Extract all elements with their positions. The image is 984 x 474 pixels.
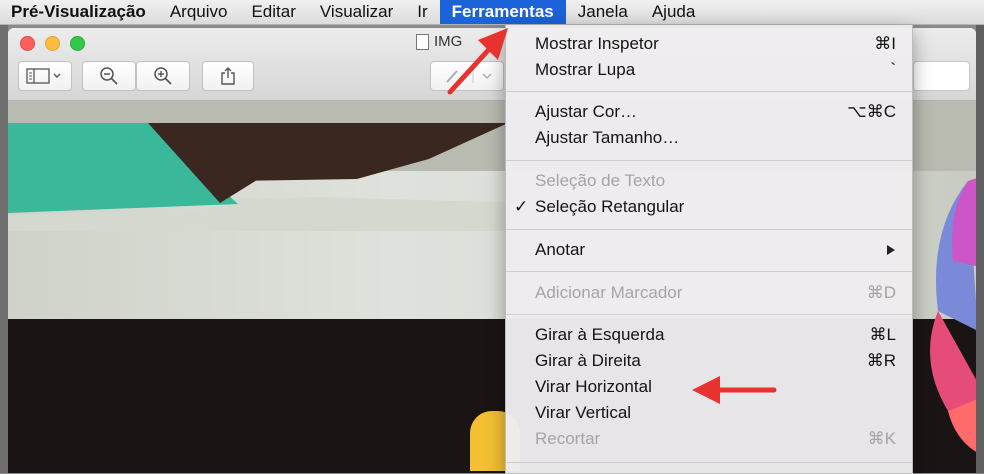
menu-item-adicionar-marcador: Adicionar Marcador ⌘D [506, 280, 912, 306]
menu-item-label: Seleção Retangular [535, 197, 685, 216]
desktop-background [976, 25, 984, 473]
menu-ajuda[interactable]: Ajuda [640, 0, 707, 24]
photo-fan-shape [930, 178, 976, 452]
menu-editar[interactable]: Editar [239, 0, 307, 24]
menu-item-label: Virar Vertical [535, 403, 632, 422]
menu-item-label: Mostrar Inspetor [535, 34, 659, 53]
menu-item-girar-esquerda[interactable]: Girar à Esquerda ⌘L [506, 322, 912, 348]
menu-ferramentas[interactable]: Ferramentas [439, 0, 566, 24]
menu-item-mostrar-inspetor[interactable]: Mostrar Inspetor ⌘I [506, 31, 912, 57]
menu-item-label: Virar Horizontal [535, 377, 652, 396]
menu-separator [506, 271, 912, 272]
menu-item-label: Girar à Direita [535, 351, 641, 370]
checkmark-icon: ✓ [514, 197, 529, 216]
menu-item-shortcut: ⌘D [866, 283, 896, 302]
menu-item-label: Seleção de Texto [535, 171, 666, 190]
desktop-background [0, 25, 8, 473]
menu-item-label: Adicionar Marcador [535, 283, 683, 302]
zoom-in-icon [154, 67, 172, 85]
menu-item-shortcut: ` [890, 60, 896, 79]
menu-item-mostrar-lupa[interactable]: Mostrar Lupa ` [506, 57, 912, 83]
annotation-arrow-icon [447, 28, 508, 95]
share-button[interactable] [202, 61, 254, 91]
menu-item-label: Mostrar Lupa [535, 60, 636, 79]
menu-separator [506, 160, 912, 161]
menu-item-recortar: Recortar ⌘K [506, 426, 912, 452]
menu-item-label: Ajustar Cor… [535, 102, 638, 121]
menu-item-ajustar-cor[interactable]: Ajustar Cor… ⌥⌘C [506, 99, 912, 125]
menu-ir[interactable]: Ir [405, 0, 439, 24]
menu-item-shortcut: ⌘L [869, 325, 896, 344]
menu-item-ajustar-tamanho[interactable]: Ajustar Tamanho… [506, 125, 912, 151]
menu-item-label: Recortar [535, 429, 601, 448]
document-icon [416, 33, 429, 50]
zoom-in-button[interactable] [136, 61, 190, 91]
submenu-arrow-icon [887, 245, 895, 255]
share-icon [221, 67, 235, 85]
annotation-arrow-icon [692, 376, 777, 404]
menu-separator [506, 314, 912, 315]
menu-item-anotar[interactable]: Anotar [506, 237, 912, 263]
menu-item-shortcut: ⌘I [874, 34, 896, 53]
menu-item-selecao-de-texto: Seleção de Texto [506, 168, 912, 194]
sidebar-icon [26, 68, 61, 84]
menu-separator [506, 229, 912, 230]
menu-app-name[interactable]: Pré-Visualização [0, 0, 158, 24]
menu-item-selecao-retangular[interactable]: ✓ Seleção Retangular [506, 194, 912, 220]
menu-separator [506, 462, 912, 463]
sidebar-toggle-button[interactable] [18, 61, 72, 91]
menu-item-shortcut: ⌘K [867, 429, 896, 448]
search-field[interactable] [913, 61, 970, 91]
zoom-out-icon [100, 67, 118, 85]
menu-item-shortcut: ⌥⌘C [847, 102, 896, 121]
menu-arquivo[interactable]: Arquivo [158, 0, 240, 24]
minimize-window-button[interactable] [45, 36, 60, 51]
menu-separator [506, 91, 912, 92]
menu-janela[interactable]: Janela [566, 0, 640, 24]
close-window-button[interactable] [20, 36, 35, 51]
zoom-out-button[interactable] [82, 61, 136, 91]
zoom-window-button[interactable] [70, 36, 85, 51]
menu-visualizar[interactable]: Visualizar [308, 0, 405, 24]
menu-item-label: Anotar [535, 240, 586, 259]
menu-item-shortcut: ⌘R [866, 351, 896, 370]
menu-item-label: Girar à Esquerda [535, 325, 665, 344]
menu-item-label: Ajustar Tamanho… [535, 128, 680, 147]
